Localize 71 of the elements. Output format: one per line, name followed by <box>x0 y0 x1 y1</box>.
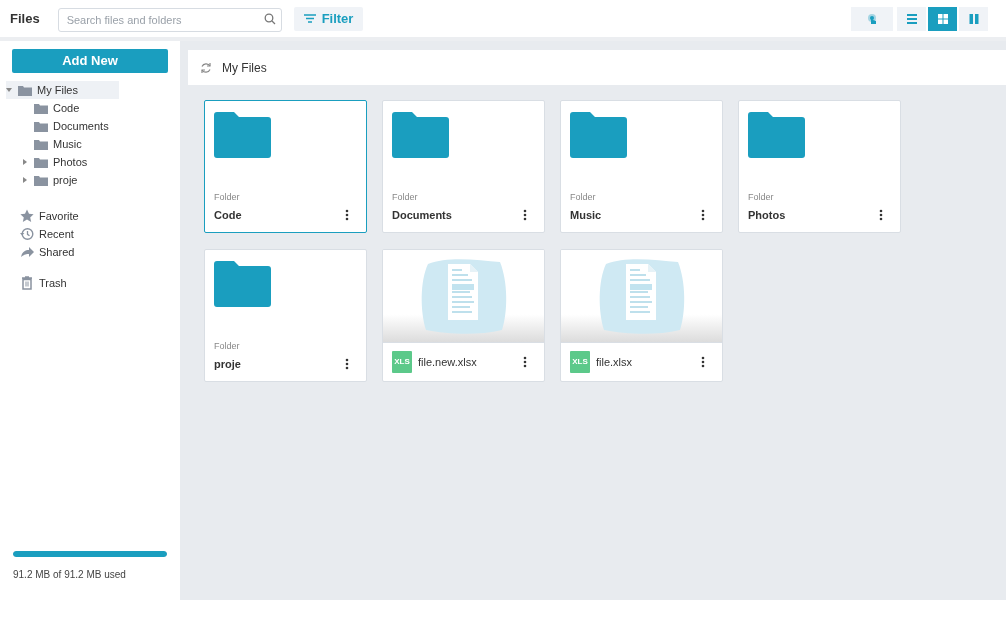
app-title: Files <box>10 9 40 28</box>
touch-icon <box>866 12 878 25</box>
file-card[interactable]: XLS file.xlsx <box>560 249 723 382</box>
more-icon[interactable] <box>701 208 705 221</box>
breadcrumb[interactable]: My Files <box>222 58 267 77</box>
trash-icon <box>20 276 35 290</box>
filter-icon <box>303 14 316 23</box>
nav-item[interactable]: Trash <box>20 274 180 292</box>
item-type: Folder <box>214 340 241 353</box>
folder-card[interactable]: Folder Photos <box>738 100 901 233</box>
tree-item[interactable]: My Files <box>6 81 119 99</box>
folder-icon <box>18 84 32 96</box>
more-icon[interactable] <box>701 356 705 368</box>
columns-view-icon <box>967 12 980 25</box>
item-type: Folder <box>570 191 597 204</box>
caret-icon[interactable] <box>22 159 28 165</box>
item-name: Documents <box>392 207 452 223</box>
caret-icon[interactable] <box>22 177 28 183</box>
more-icon[interactable] <box>523 208 527 221</box>
item-type: Folder <box>214 191 241 204</box>
share-arrow-icon <box>20 245 35 259</box>
view-button[interactable] <box>959 6 988 31</box>
item-name: Photos <box>748 207 786 223</box>
folder-icon <box>748 112 805 158</box>
folder-icon <box>214 261 271 307</box>
spreadsheet-icon: XLS <box>570 351 590 373</box>
search-field[interactable]: Search files and folders <box>57 7 282 32</box>
view-button[interactable] <box>851 6 893 31</box>
folder-icon <box>392 112 449 158</box>
tree-item[interactable]: proje <box>6 171 174 189</box>
refresh-icon[interactable] <box>200 61 212 74</box>
nav-item[interactable]: Recent <box>20 225 180 243</box>
item-name: Code <box>214 207 242 223</box>
folder-icon <box>214 112 271 158</box>
folder-icon <box>34 120 48 132</box>
more-icon[interactable] <box>879 208 883 221</box>
folder-card[interactable]: Folder Music <box>560 100 723 233</box>
item-type: Folder <box>392 191 419 204</box>
storage-text: 91.2 MB of 91.2 MB used <box>13 568 127 582</box>
folder-card[interactable]: Folder Documents <box>382 100 545 233</box>
file-name: file.new.xlsx <box>418 354 478 370</box>
folder-icon <box>34 138 48 150</box>
item-name: Music <box>570 207 602 223</box>
nav-item[interactable]: Shared <box>20 243 180 261</box>
item-name: proje <box>214 356 241 372</box>
tree-item[interactable]: Photos <box>6 153 174 171</box>
view-button[interactable] <box>928 6 957 31</box>
folder-card[interactable]: Folder proje <box>204 249 367 382</box>
history-icon <box>20 227 35 241</box>
star-icon <box>20 209 35 223</box>
view-button[interactable] <box>897 6 926 31</box>
tree-item[interactable]: Code <box>6 99 174 117</box>
file-name: file.xlsx <box>596 354 634 370</box>
item-type: Folder <box>748 191 775 204</box>
tree-item[interactable]: Music <box>6 135 174 153</box>
file-card[interactable]: XLS file.new.xlsx <box>382 249 545 382</box>
more-icon[interactable] <box>523 356 527 368</box>
caret-icon[interactable] <box>6 87 12 93</box>
folder-icon <box>34 156 48 168</box>
more-icon[interactable] <box>345 357 349 370</box>
search-icon[interactable] <box>263 12 276 25</box>
folder-card[interactable]: Folder Code <box>204 100 367 233</box>
folder-icon <box>570 112 627 158</box>
spreadsheet-icon: XLS <box>392 351 412 373</box>
more-icon[interactable] <box>345 208 349 221</box>
list-view-icon <box>905 12 918 25</box>
nav-item[interactable]: Favorite <box>20 207 180 225</box>
grid-view-icon <box>936 12 949 25</box>
folder-icon <box>34 102 48 114</box>
folder-icon <box>34 174 48 186</box>
tree-item[interactable]: Documents <box>6 117 174 135</box>
